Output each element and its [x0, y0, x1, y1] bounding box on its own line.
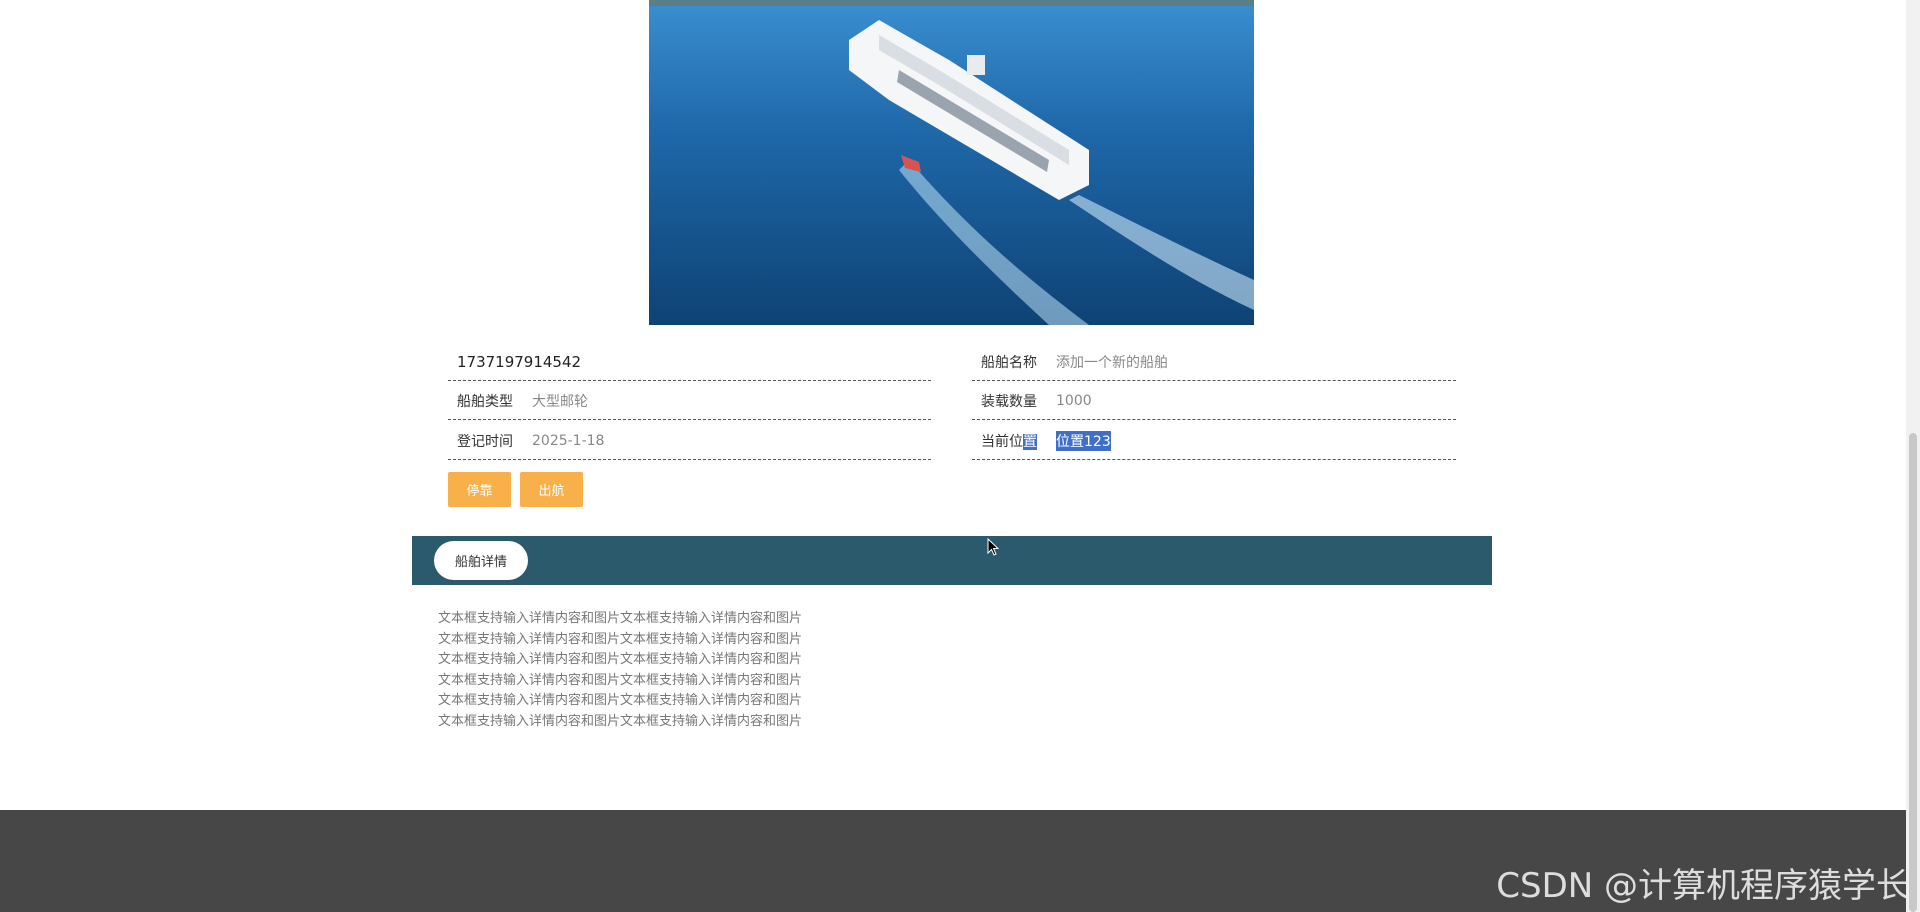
capacity-label: 装载数量 [981, 393, 1037, 410]
dock-button[interactable]: 停靠 [448, 472, 511, 507]
detail-line: 文本框支持输入详情内容和图片文本框支持输入详情内容和图片 [438, 611, 803, 626]
detail-line: 文本框支持输入详情内容和图片文本框支持输入详情内容和图片 [438, 672, 803, 688]
ship-type-row: 船舶类型 大型邮轮 [448, 382, 931, 420]
ship-name-row: 船舶名称 添加一个新的船舶 [972, 343, 1456, 381]
position-row: 当前位置 位置123 [972, 422, 1456, 460]
scrollbar[interactable] [1906, 0, 1920, 912]
ship-id-row: 1737197914542 [448, 343, 931, 381]
scrollbar-thumb[interactable] [1909, 433, 1917, 912]
watermark: CSDN @计算机程序猿学长 [1496, 866, 1910, 906]
ship-name-label: 船舶名称 [981, 354, 1037, 371]
capacity-row: 装载数量 1000 [972, 382, 1456, 420]
cruise-ship-icon [649, 0, 1254, 325]
detail-line: 文本框支持输入详情内容和图片文本框支持输入详情内容和图片 [438, 631, 803, 647]
position-value: 位置123 [1056, 430, 1111, 451]
capacity-value: 1000 [1056, 392, 1092, 409]
register-time-label: 登记时间 [457, 433, 513, 450]
register-time-row: 登记时间 2025-1-18 [448, 422, 931, 460]
page: 1737197914542 船舶名称 添加一个新的船舶 船舶类型 大型邮轮 装载… [0, 0, 1920, 912]
detail-line: 文本框支持输入详情内容和图片文本框支持输入详情内容和图片 [438, 713, 803, 729]
ship-name-value: 添加一个新的船舶 [1056, 354, 1168, 371]
ship-id: 1737197914542 [457, 352, 582, 371]
sail-button[interactable]: 出航 [520, 472, 583, 507]
cruise-ship-photo [649, 0, 1254, 325]
tab-ship-detail[interactable]: 船舶详情 [434, 541, 528, 580]
ship-type-value: 大型邮轮 [532, 393, 588, 410]
register-time-value: 2025-1-18 [532, 432, 605, 449]
ship-type-label: 船舶类型 [457, 393, 513, 410]
detail-line: 文本框支持输入详情内容和图片文本框支持输入详情内容和图片 [438, 652, 803, 668]
mouse-cursor-icon [987, 538, 999, 556]
tab-bar: 船舶详情 [412, 536, 1492, 585]
detail-content: 文本框支持输入详情内容和图片文本框支持输入详情内容和图片 文本框支持输入详情内容… [438, 609, 998, 733]
detail-line: 文本框支持输入详情内容和图片文本框支持输入详情内容和图片 [438, 693, 803, 709]
position-label: 当前位置 [981, 433, 1037, 450]
